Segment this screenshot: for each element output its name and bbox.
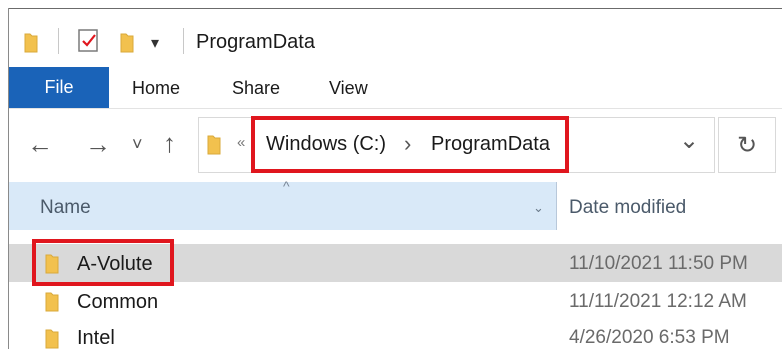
file-name[interactable]: Intel: [77, 327, 115, 350]
tab-view[interactable]: View: [329, 78, 368, 99]
up-arrow-icon[interactable]: ↑: [163, 130, 176, 156]
tab-file[interactable]: File: [9, 67, 109, 108]
file-date: 11/11/2021 12:12 AM: [569, 291, 747, 312]
quick-access-dropdown-icon[interactable]: ▾: [151, 33, 159, 53]
address-folder-icon: [207, 133, 221, 155]
tab-home[interactable]: Home: [132, 78, 180, 99]
window-title: ProgramData: [196, 31, 315, 53]
folder-icon[interactable]: [24, 31, 38, 53]
back-arrow-icon[interactable]: ←: [27, 131, 53, 157]
sort-ascending-icon: ^: [283, 178, 290, 194]
refresh-icon: ↻: [736, 131, 758, 159]
title-separator-2: [183, 28, 184, 54]
tab-share[interactable]: Share: [232, 78, 280, 99]
title-separator: [58, 28, 59, 54]
column-filter-chevron-icon[interactable]: ⌄: [533, 200, 544, 216]
properties-icon[interactable]: [78, 29, 100, 53]
folder-icon: [45, 327, 59, 349]
row-highlight-box: [32, 239, 174, 286]
new-folder-icon[interactable]: [120, 31, 134, 53]
folder-icon: [45, 290, 59, 312]
ribbon-bar: [9, 67, 782, 109]
file-date: 11/10/2021 11:50 PM: [569, 253, 748, 274]
column-divider[interactable]: [556, 182, 557, 230]
address-overflow-icon[interactable]: «: [237, 134, 245, 151]
address-dropdown-icon[interactable]: ⌄: [679, 126, 699, 155]
file-name[interactable]: Common: [77, 291, 158, 314]
address-highlight-box: [251, 116, 569, 173]
column-name-label: Name: [40, 197, 91, 218]
refresh-button[interactable]: ↻: [718, 117, 776, 173]
column-date-modified[interactable]: Date modified: [569, 197, 686, 219]
recent-locations-icon[interactable]: ˅: [132, 134, 143, 155]
forward-arrow-icon[interactable]: →: [85, 131, 111, 157]
file-date: 4/26/2020 6:53 PM: [569, 327, 730, 348]
